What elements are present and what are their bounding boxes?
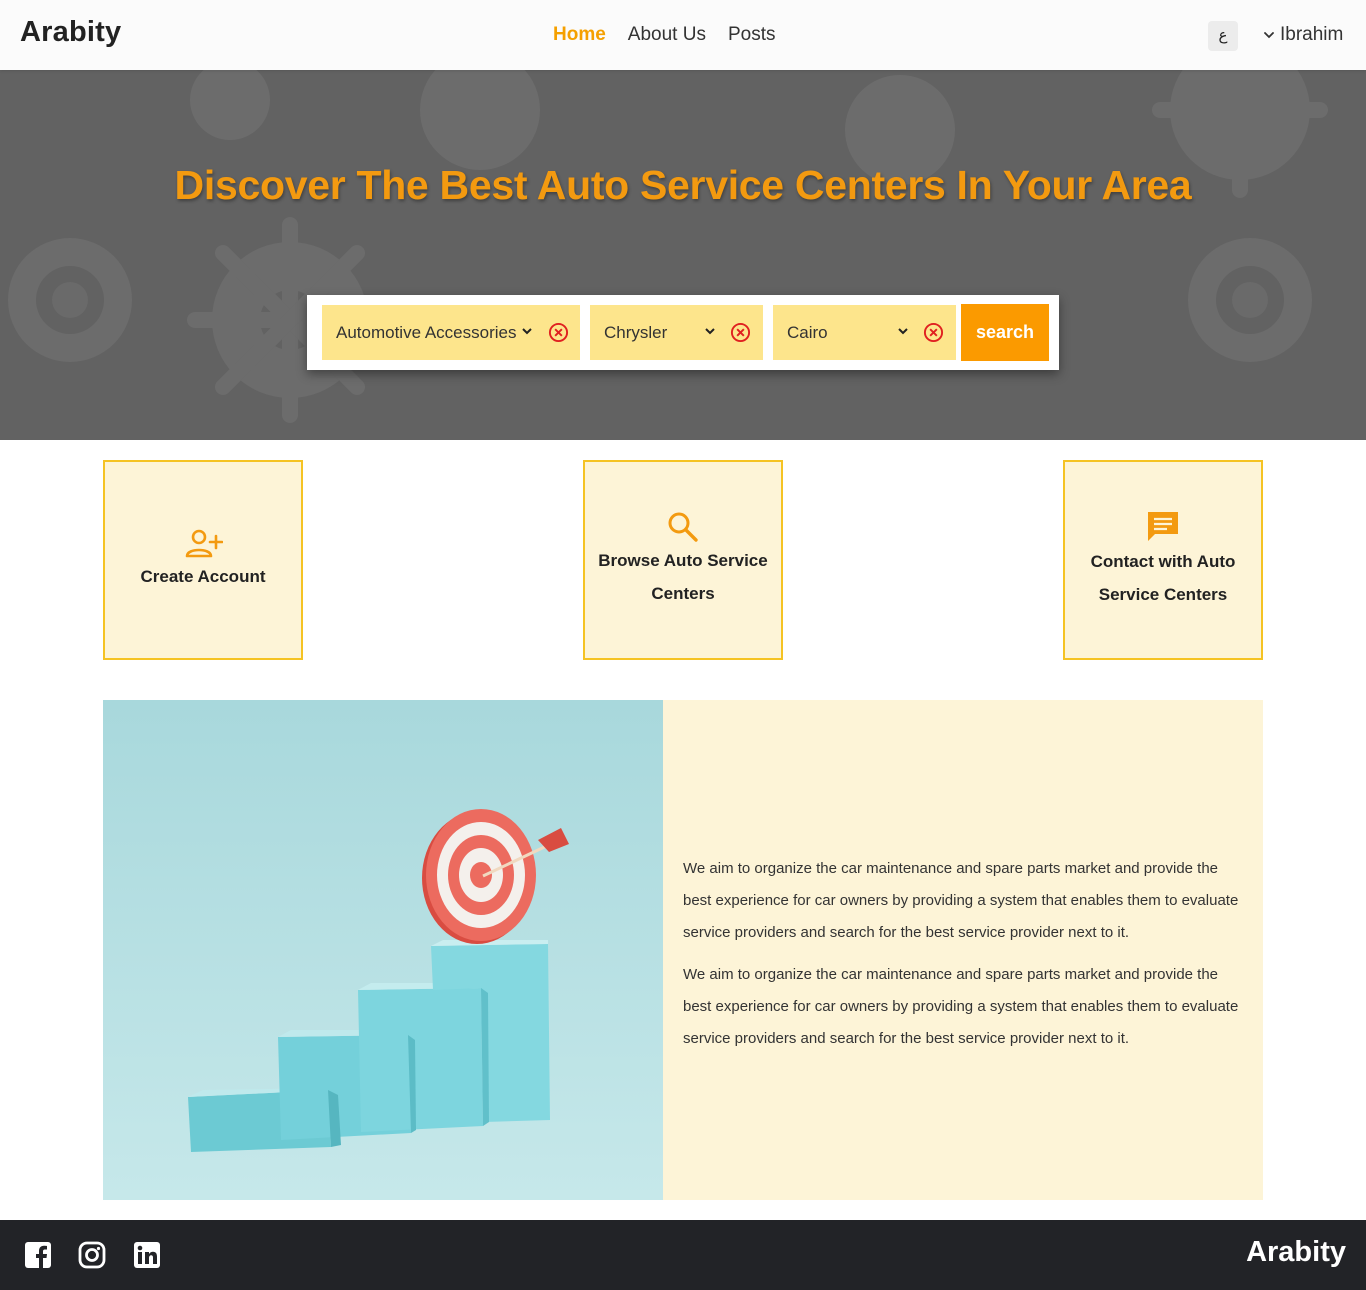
nav-about-link[interactable]: About Us (628, 24, 706, 46)
top-navbar: Arabity Home About Us Posts ع Ibrahim (0, 0, 1366, 70)
feature-title: Create Account (140, 566, 266, 586)
search-button[interactable]: search (961, 304, 1049, 361)
about-paragraph: We aim to organize the car maintenance a… (683, 966, 1239, 1047)
facebook-icon[interactable] (24, 1241, 52, 1269)
feature-title: Contact with Auto Service Centers (1090, 552, 1236, 604)
clear-city-icon[interactable] (923, 322, 944, 343)
brand-select[interactable]: Chrysler (590, 305, 763, 360)
feature-card-browse[interactable]: Browse Auto Service Centers (583, 460, 783, 660)
gears-background-icon (8, 70, 1328, 423)
brand-select-value: Chrysler (604, 322, 668, 342)
brand-logo[interactable]: Arabity (20, 16, 121, 49)
nav-posts-link[interactable]: Posts (728, 24, 776, 46)
target-growth-illustration (103, 700, 663, 1200)
city-select[interactable]: Cairo (773, 305, 956, 360)
feature-card-create-account[interactable]: Create Account (103, 460, 303, 660)
language-toggle-button[interactable]: ع (1208, 21, 1238, 51)
feature-card-contact[interactable]: Contact with Auto Service Centers (1063, 460, 1263, 660)
instagram-icon[interactable] (78, 1241, 106, 1269)
nav-home-link[interactable]: Home (553, 24, 606, 46)
category-select-value: Automotive Accessories (336, 322, 517, 342)
chevron-down-icon (1264, 32, 1274, 39)
clear-category-icon[interactable] (548, 322, 569, 343)
search-bar: Automotive Accessories Chrysler Cairo se… (307, 295, 1059, 370)
hero-title: Discover The Best Auto Service Centers I… (174, 162, 1192, 208)
person-add-icon (185, 529, 223, 557)
chevron-down-icon (898, 328, 908, 335)
feature-title: Browse Auto Service Centers (598, 551, 768, 603)
chevron-down-icon (705, 328, 715, 335)
linkedin-icon[interactable] (133, 1241, 161, 1269)
category-select[interactable]: Automotive Accessories (322, 305, 580, 360)
search-icon (668, 512, 698, 542)
user-name: Ibrahim (1280, 24, 1344, 45)
site-footer: Arabity (0, 1220, 1366, 1290)
main-nav: Home About Us Posts (553, 24, 775, 46)
footer-brand: Arabity (1246, 1236, 1346, 1268)
chat-icon (1148, 512, 1178, 541)
about-text-panel: We aim to organize the car maintenance a… (663, 700, 1263, 1200)
hero-section: Discover The Best Auto Service Centers I… (0, 70, 1366, 440)
city-select-value: Cairo (787, 322, 828, 342)
user-menu-dropdown[interactable]: Ibrahim (1262, 24, 1343, 46)
about-paragraph: We aim to organize the car maintenance a… (683, 860, 1239, 941)
clear-brand-icon[interactable] (730, 322, 751, 343)
chevron-down-icon (522, 328, 532, 335)
